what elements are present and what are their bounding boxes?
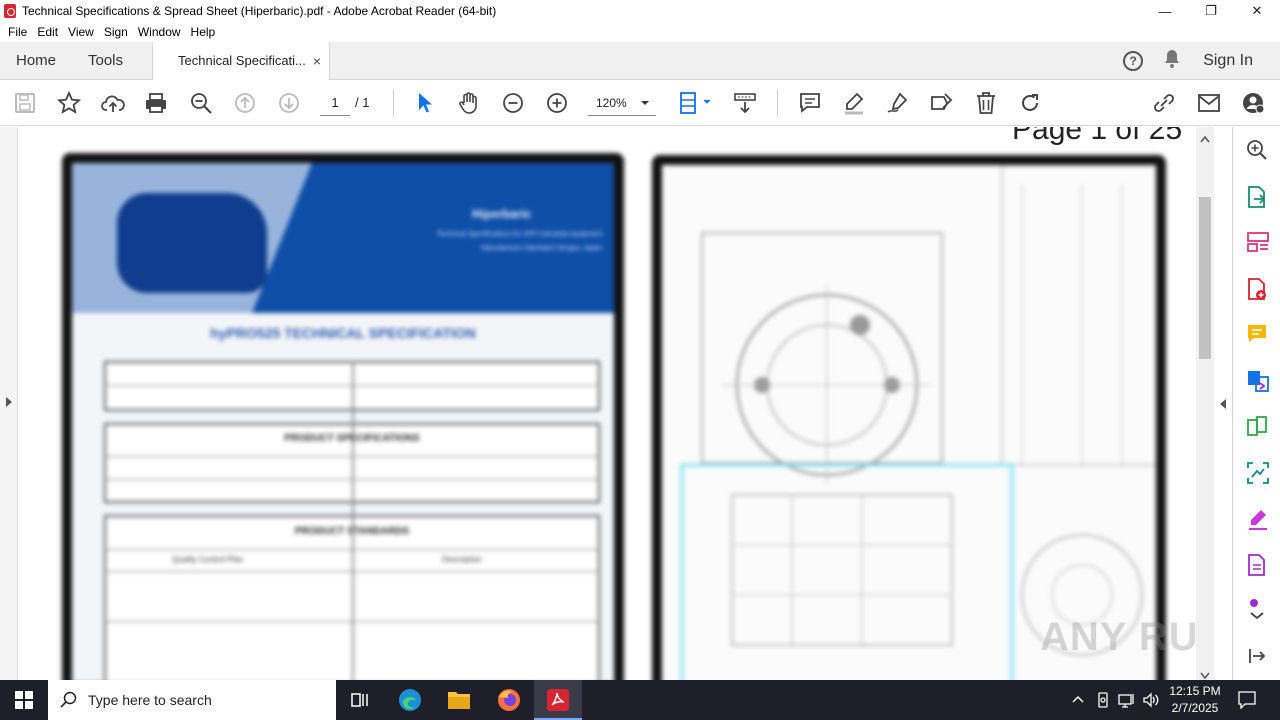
print-icon[interactable]	[144, 91, 168, 115]
acrobat-taskbar-button[interactable]	[534, 680, 582, 720]
zoom-select[interactable]: 120%	[588, 90, 656, 116]
technical-drawing-image	[652, 155, 1166, 680]
previous-page-icon[interactable]	[233, 91, 257, 115]
tab-home[interactable]: Home	[16, 42, 56, 80]
edge-browser-icon[interactable]	[398, 688, 422, 717]
fill-sign-icon[interactable]	[930, 91, 954, 115]
brand-line-3: Manufacturer Hiperbaric Burgos, Spain	[480, 245, 602, 252]
close-tab-button[interactable]: ×	[313, 42, 321, 80]
notification-center-icon[interactable]	[1238, 691, 1256, 714]
page-label: Page 1 of 25	[1012, 127, 1183, 146]
menu-file[interactable]: File	[8, 25, 27, 39]
page-display-icon[interactable]	[678, 91, 714, 115]
sign-in-button[interactable]: Sign In	[1203, 52, 1253, 70]
expand-left-icon[interactable]	[5, 395, 13, 413]
volume-icon[interactable]	[1142, 692, 1160, 713]
toolbar-separator	[393, 90, 394, 116]
brand-line-1: Hiperbaric	[472, 207, 532, 221]
menu-bar: File Edit View Sign Window Help	[0, 22, 1280, 42]
windows-taskbar: Type here to search 12:15 PM 2/7/2025	[0, 680, 1280, 720]
menu-window[interactable]: Window	[138, 25, 181, 39]
network-icon[interactable]	[1118, 692, 1136, 713]
toolbar-separator	[777, 90, 778, 116]
search-placeholder: Type here to search	[88, 692, 212, 708]
fill-and-sign-icon[interactable]	[1246, 507, 1270, 536]
star-icon[interactable]	[57, 91, 81, 115]
column-header-description: Description	[442, 555, 483, 564]
scan-ocr-icon[interactable]	[1246, 461, 1270, 490]
windows-start-icon[interactable]	[15, 691, 33, 714]
more-tools-icon[interactable]	[1248, 597, 1266, 626]
comment-icon[interactable]	[798, 91, 822, 115]
clock-date[interactable]: 2/7/2025	[1168, 701, 1222, 715]
delete-trash-icon[interactable]	[974, 91, 998, 115]
menu-sign[interactable]: Sign	[104, 25, 128, 39]
acrobat-app-icon	[4, 4, 16, 18]
taskbar-search-box[interactable]: Type here to search	[48, 680, 336, 720]
document-tab-label: Technical Specificati...	[178, 53, 306, 68]
cloud-upload-icon[interactable]	[101, 91, 125, 115]
task-view-icon[interactable]	[350, 690, 370, 715]
export-pdf-icon[interactable]	[1246, 185, 1268, 214]
acrobat-taskbar-icon	[546, 688, 570, 717]
next-page-icon[interactable]	[277, 91, 301, 115]
tab-document[interactable]: Technical Specificati... ×	[152, 42, 330, 81]
collapse-panel-icon[interactable]	[1248, 647, 1266, 670]
left-panel-strip[interactable]	[0, 127, 18, 680]
right-tools-panel	[1232, 127, 1280, 680]
organize-pages-icon[interactable]	[1246, 231, 1270, 258]
comment-tool-icon[interactable]	[1246, 323, 1268, 350]
zoom-in-icon[interactable]	[545, 91, 569, 115]
window-title-bar: Technical Specifications & Spread Sheet …	[0, 0, 1280, 22]
hand-tool-icon[interactable]	[457, 91, 481, 115]
compare-files-icon[interactable]	[1246, 415, 1268, 444]
zoom-out-icon[interactable]	[501, 91, 525, 115]
scroll-mode-icon[interactable]	[733, 91, 757, 115]
spec-sheet-image: Hiperbaric Technical Specifications for …	[62, 153, 624, 680]
clock-time[interactable]: 12:15 PM	[1168, 684, 1222, 698]
sheet-heading: hyPRO525 TECHNICAL SPECIFICATION	[210, 325, 476, 341]
chevron-up-icon[interactable]	[1072, 692, 1084, 711]
add-user-icon[interactable]	[1241, 91, 1265, 115]
right-panel-collapse-strip[interactable]	[1214, 127, 1232, 680]
zoom-search-icon[interactable]	[189, 91, 213, 115]
search-icon	[60, 691, 78, 714]
column-header-qcp: Quality Control Plan	[172, 555, 244, 564]
page-number-input[interactable]: 1	[320, 90, 350, 116]
menu-view[interactable]: View	[68, 25, 94, 39]
collapse-right-icon[interactable]	[1219, 397, 1227, 415]
email-icon[interactable]	[1197, 91, 1221, 115]
select-cursor-icon[interactable]	[413, 91, 437, 115]
zoom-value: 120%	[596, 96, 627, 110]
search-zoom-icon[interactable]	[1246, 139, 1268, 166]
highlight-pen-icon[interactable]	[842, 91, 866, 115]
menu-edit[interactable]: Edit	[37, 25, 58, 39]
share-link-icon[interactable]	[1152, 91, 1176, 115]
tab-tools[interactable]: Tools	[88, 42, 123, 80]
document-viewport[interactable]: Page 1 of 25 Hiperbaric Technical Specif…	[0, 127, 1232, 680]
help-icon[interactable]: ?	[1123, 51, 1144, 71]
combine-files-icon[interactable]	[1246, 369, 1270, 398]
create-pdf-icon[interactable]	[1246, 277, 1268, 306]
draw-freeform-icon[interactable]	[886, 91, 910, 115]
window-title: Technical Specifications & Spread Sheet …	[22, 4, 497, 18]
vertical-scrollbar[interactable]	[1196, 127, 1214, 680]
close-window-button[interactable]: ✕	[1234, 0, 1280, 22]
scroll-up-icon[interactable]	[1200, 130, 1210, 148]
menu-help[interactable]: Help	[191, 25, 216, 39]
brand-line-2: Technical Specifications for HPP industr…	[436, 231, 602, 238]
page-total-label: / 1	[355, 95, 370, 110]
bell-icon[interactable]	[1163, 49, 1181, 74]
rotate-icon[interactable]	[1018, 91, 1042, 115]
device-icon[interactable]	[1095, 692, 1111, 713]
minimize-button[interactable]: —	[1142, 0, 1188, 22]
firefox-icon[interactable]	[497, 688, 521, 717]
edit-pdf-icon[interactable]	[1246, 553, 1268, 582]
save-icon[interactable]	[13, 91, 37, 115]
file-explorer-icon[interactable]	[447, 689, 471, 716]
maximize-button[interactable]: ❐	[1188, 0, 1234, 22]
scroll-thumb[interactable]	[1199, 197, 1211, 359]
chevron-down-icon	[640, 90, 650, 125]
tab-bar: Home Tools Technical Specificati... × ? …	[0, 42, 1280, 81]
